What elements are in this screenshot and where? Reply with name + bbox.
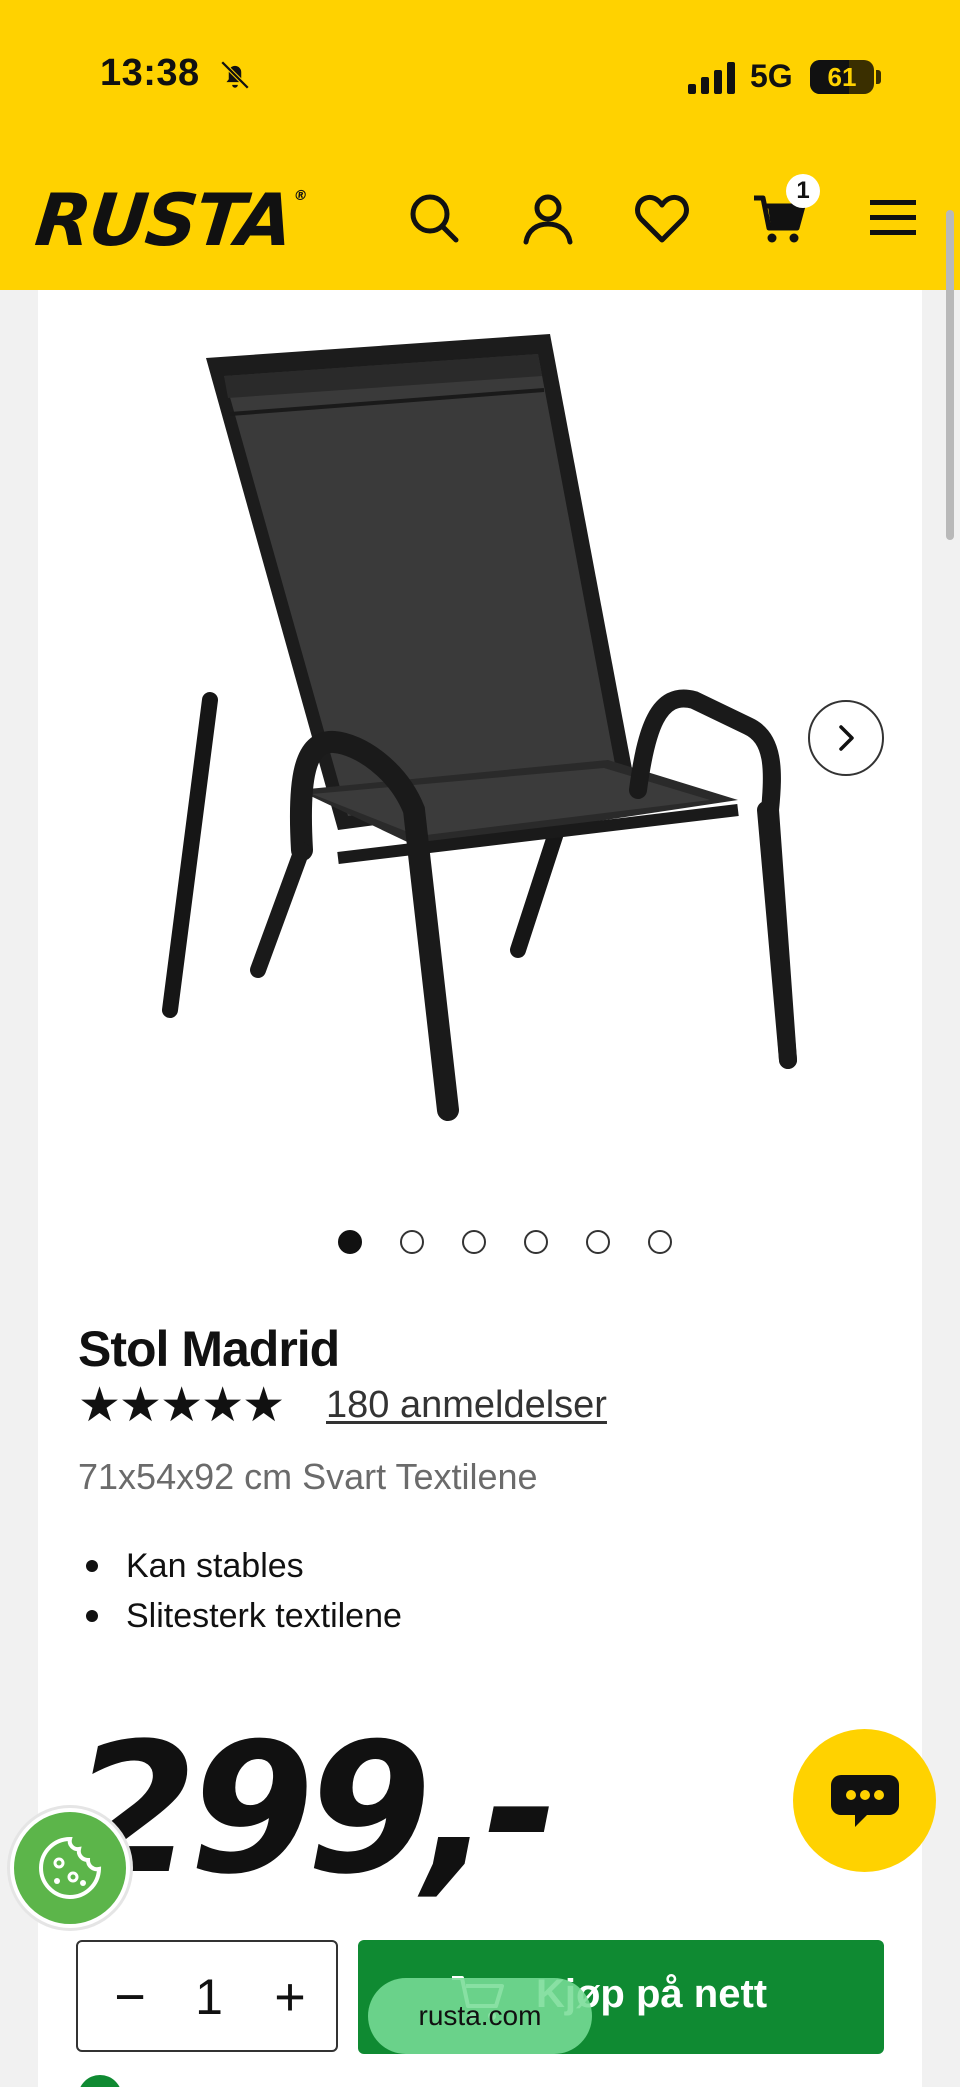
decrease-quantity-button[interactable]: −: [100, 1962, 160, 2032]
product-price: 299,-: [72, 1705, 559, 1914]
product-title: Stol Madrid: [78, 1321, 340, 1377]
gallery-dot[interactable]: [648, 1230, 672, 1254]
quantity-stepper: − 1 +: [76, 1940, 338, 2052]
product-image-chair[interactable]: [98, 310, 858, 1190]
product-subtitle: 71x54x92 cm Svart Textilene: [78, 1456, 538, 1497]
chat-button[interactable]: [793, 1729, 936, 1872]
cookie-icon: [39, 1836, 102, 1899]
stock-status-icon: [78, 2075, 122, 2087]
gallery-dot[interactable]: [462, 1230, 486, 1254]
header-bar: 13:38 5G 61 RUSTA® 1: [0, 0, 960, 290]
cookie-settings-button[interactable]: [10, 1808, 130, 1928]
menu-icon[interactable]: [866, 190, 922, 246]
chevron-right-icon: [839, 725, 854, 751]
increase-quantity-button[interactable]: +: [260, 1962, 320, 2032]
chat-bubble-icon: [830, 1774, 899, 1827]
gallery-next-button[interactable]: [808, 700, 884, 776]
status-time: 13:38: [100, 52, 200, 94]
feature-list: Kan stables Slitesterk textilene: [78, 1544, 402, 1644]
battery-percent: 61: [827, 62, 857, 92]
feature-item: Kan stables: [78, 1544, 402, 1594]
user-icon[interactable]: [520, 190, 576, 246]
network-label: 5G: [750, 58, 793, 94]
browser-url-pill[interactable]: rusta.com: [368, 1978, 592, 2054]
product-card: Stol Madrid ★★★★★ 180 anmeldelser 71x54x…: [38, 290, 922, 2087]
quantity-value[interactable]: 1: [186, 1962, 232, 2032]
reviews-link[interactable]: 180 anmeldelser: [326, 1384, 607, 1427]
search-icon[interactable]: [406, 190, 462, 246]
feature-item: Slitesterk textilene: [78, 1594, 402, 1644]
heart-icon[interactable]: [634, 190, 690, 246]
logo-registered-mark: ®: [292, 188, 307, 204]
rating-stars: ★★★★★: [78, 1379, 285, 1432]
bell-muted-icon: [220, 60, 250, 90]
cart-count-badge: 1: [786, 174, 820, 208]
battery-icon: 61: [810, 60, 874, 94]
gallery-dot[interactable]: [586, 1230, 610, 1254]
battery-nub: [876, 70, 881, 84]
signal-icon: [688, 62, 735, 94]
logo-text: RUSTA: [31, 178, 296, 262]
rusta-logo[interactable]: RUSTA®: [32, 178, 308, 262]
gallery-dot[interactable]: [524, 1230, 548, 1254]
gallery-dot[interactable]: [338, 1230, 362, 1254]
gallery-pagination: [38, 1230, 922, 1270]
gallery-dot[interactable]: [400, 1230, 424, 1254]
page-scrollbar[interactable]: [946, 210, 954, 540]
